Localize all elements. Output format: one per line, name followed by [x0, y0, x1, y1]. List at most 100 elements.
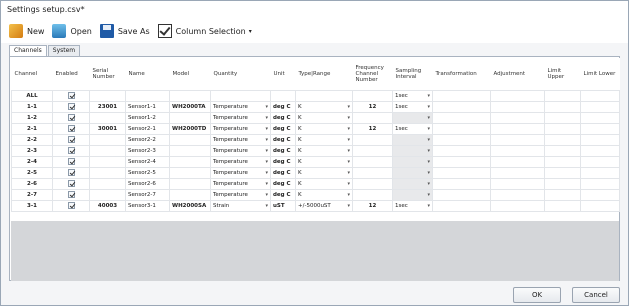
frequency-cell[interactable] — [352, 111, 393, 124]
unit-cell[interactable]: deg C — [270, 100, 296, 113]
enabled-checkbox[interactable] — [67, 147, 75, 154]
column-header[interactable]: Name — [125, 58, 170, 90]
unit-cell[interactable]: deg C — [270, 166, 296, 179]
sampling-cell[interactable]: ▾ — [392, 111, 433, 124]
quantity-cell[interactable] — [210, 89, 271, 102]
table-row[interactable]: 3-1 40003 Sensor3-1 WH2000SA Strain ▾ uST +/-50… — [11, 199, 620, 212]
quantity-cell[interactable]: Temperature ▾ — [210, 133, 271, 146]
serial-cell[interactable] — [89, 177, 126, 190]
limit-lower-cell[interactable] — [580, 166, 620, 179]
adjustment-cell[interactable] — [490, 155, 545, 168]
adjustment-cell[interactable] — [490, 199, 545, 212]
frequency-cell[interactable] — [352, 144, 393, 157]
dropdown-arrow-icon[interactable]: ▾ — [347, 104, 350, 110]
limit-lower-cell[interactable] — [580, 133, 620, 146]
name-cell[interactable]: Sensor2-1 — [125, 122, 170, 135]
dropdown-arrow-icon[interactable]: ▾ — [265, 170, 268, 176]
column-header[interactable]: Sampling Interval — [392, 58, 433, 90]
enabled-checkbox[interactable] — [67, 169, 75, 176]
dropdown-arrow-icon[interactable]: ▾ — [265, 181, 268, 187]
quantity-cell[interactable]: Temperature ▾ — [210, 100, 271, 113]
cancel-button[interactable]: Cancel — [572, 287, 620, 303]
unit-cell[interactable]: deg C — [270, 122, 296, 135]
model-cell[interactable] — [169, 166, 211, 179]
transformation-cell[interactable] — [432, 144, 491, 157]
dropdown-arrow-icon[interactable]: ▾ — [265, 104, 268, 110]
model-cell[interactable] — [169, 111, 211, 124]
ok-button[interactable]: OK — [513, 287, 561, 303]
enabled-checkbox[interactable] — [67, 125, 75, 132]
sampling-cell[interactable]: ▾ — [392, 177, 433, 190]
serial-cell[interactable] — [89, 188, 126, 201]
quantity-cell[interactable]: Temperature ▾ — [210, 166, 271, 179]
new-button[interactable]: New — [9, 24, 44, 38]
table-row[interactable]: 2-1 30001 Sensor2-1 WH2000TD Temperature ▾ deg… — [11, 122, 620, 135]
model-cell[interactable] — [169, 89, 211, 102]
channel-cell[interactable]: 2-6 — [11, 177, 53, 190]
dropdown-arrow-icon[interactable]: ▾ — [427, 192, 430, 198]
name-cell[interactable]: Sensor2-3 — [125, 144, 170, 157]
channel-cell[interactable]: 2-2 — [11, 133, 53, 146]
serial-cell[interactable] — [89, 166, 126, 179]
type-range-cell[interactable]: K ▾ — [295, 188, 353, 201]
dropdown-arrow-icon[interactable]: ▾ — [347, 192, 350, 198]
model-cell[interactable]: WH2000TD — [169, 122, 211, 135]
type-range-cell[interactable]: K ▾ — [295, 111, 353, 124]
unit-cell[interactable]: deg C — [270, 188, 296, 201]
unit-cell[interactable]: deg C — [270, 177, 296, 190]
dropdown-arrow-icon[interactable]: ▾ — [427, 115, 430, 121]
column-selection-button[interactable]: Column Selection ▾ — [157, 24, 252, 38]
enabled-checkbox[interactable] — [67, 92, 75, 99]
name-cell[interactable] — [125, 89, 170, 102]
transformation-cell[interactable] — [432, 133, 491, 146]
quantity-cell[interactable]: Temperature ▾ — [210, 188, 271, 201]
transformation-cell[interactable] — [432, 111, 491, 124]
unit-cell[interactable]: uST — [270, 199, 296, 212]
adjustment-cell[interactable] — [490, 188, 545, 201]
dropdown-arrow-icon[interactable]: ▾ — [265, 148, 268, 154]
dropdown-arrow-icon[interactable]: ▾ — [265, 159, 268, 165]
table-row[interactable]: 2-7 Sensor2-7 Temperature ▾ deg C K ▾ ▾ — [11, 188, 620, 201]
serial-cell[interactable] — [89, 144, 126, 157]
unit-cell[interactable]: deg C — [270, 133, 296, 146]
limit-upper-cell[interactable] — [544, 166, 581, 179]
table-row[interactable]: 1-2 Sensor1-2 Temperature ▾ deg C K ▾ ▾ — [11, 111, 620, 124]
name-cell[interactable]: Sensor2-7 — [125, 188, 170, 201]
dropdown-arrow-icon[interactable]: ▾ — [427, 170, 430, 176]
dropdown-arrow-icon[interactable]: ▾ — [347, 126, 350, 132]
adjustment-cell[interactable] — [490, 144, 545, 157]
limit-upper-cell[interactable] — [544, 133, 581, 146]
transformation-cell[interactable] — [432, 100, 491, 113]
column-header[interactable]: Limit Lower — [580, 58, 620, 90]
type-range-cell[interactable]: K ▾ — [295, 155, 353, 168]
dropdown-arrow-icon[interactable]: ▾ — [265, 126, 268, 132]
limit-lower-cell[interactable] — [580, 122, 620, 135]
table-row[interactable]: ALL 1sec ▾ — [11, 89, 620, 102]
limit-lower-cell[interactable] — [580, 188, 620, 201]
channel-cell[interactable]: 2-5 — [11, 166, 53, 179]
type-range-cell[interactable]: K ▾ — [295, 133, 353, 146]
transformation-cell[interactable] — [432, 199, 491, 212]
sampling-cell[interactable]: ▾ — [392, 166, 433, 179]
frequency-cell[interactable] — [352, 89, 393, 102]
column-header[interactable]: Adjustment — [490, 58, 545, 90]
transformation-cell[interactable] — [432, 188, 491, 201]
limit-upper-cell[interactable] — [544, 111, 581, 124]
unit-cell[interactable]: deg C — [270, 111, 296, 124]
quantity-cell[interactable]: Temperature ▾ — [210, 155, 271, 168]
channel-cell[interactable]: 2-7 — [11, 188, 53, 201]
serial-cell[interactable] — [89, 155, 126, 168]
limit-upper-cell[interactable] — [544, 100, 581, 113]
name-cell[interactable]: Sensor2-2 — [125, 133, 170, 146]
dropdown-arrow-icon[interactable]: ▾ — [347, 170, 350, 176]
dropdown-arrow-icon[interactable]: ▾ — [347, 181, 350, 187]
channel-cell[interactable]: 2-3 — [11, 144, 53, 157]
quantity-cell[interactable]: Temperature ▾ — [210, 144, 271, 157]
limit-lower-cell[interactable] — [580, 155, 620, 168]
dropdown-arrow-icon[interactable]: ▾ — [427, 181, 430, 187]
column-header[interactable]: Serial Number — [89, 58, 126, 90]
adjustment-cell[interactable] — [490, 166, 545, 179]
channel-cell[interactable]: 1-2 — [11, 111, 53, 124]
type-range-cell[interactable]: +/-5000uST ▾ — [295, 199, 353, 212]
model-cell[interactable] — [169, 188, 211, 201]
